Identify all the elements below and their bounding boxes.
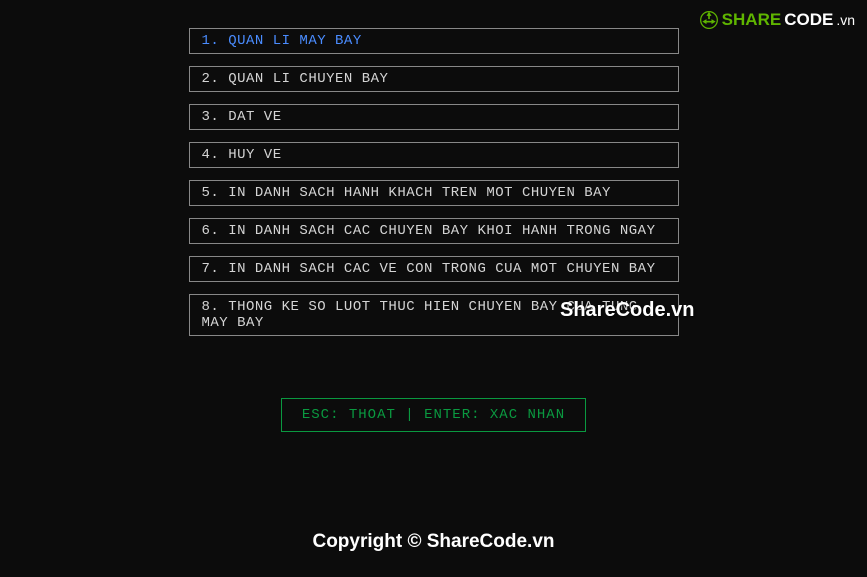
footer-instructions: ESC: THOAT | ENTER: XAC NHAN [281, 398, 586, 432]
logo-text-code: CODE [784, 10, 833, 30]
menu-item-5[interactable]: 5. IN DANH SACH HANH KHACH TREN MOT CHUY… [189, 180, 679, 206]
logo-text-share: SHARE [722, 10, 782, 30]
logo-watermark-top: SHARECODE.vn [699, 10, 855, 30]
main-menu: 1. QUAN LI MAY BAY 2. QUAN LI CHUYEN BAY… [0, 0, 867, 432]
logo-text-vn: .vn [836, 12, 855, 28]
watermark-center: ShareCode.vn [560, 299, 694, 322]
menu-item-4[interactable]: 4. HUY VE [189, 142, 679, 168]
menu-item-2[interactable]: 2. QUAN LI CHUYEN BAY [189, 66, 679, 92]
menu-item-3[interactable]: 3. DAT VE [189, 104, 679, 130]
recycle-icon [699, 10, 719, 30]
menu-item-1[interactable]: 1. QUAN LI MAY BAY [189, 28, 679, 54]
copyright-text: Copyright © ShareCode.vn [0, 531, 867, 553]
menu-item-6[interactable]: 6. IN DANH SACH CAC CHUYEN BAY KHOI HANH… [189, 218, 679, 244]
menu-item-7[interactable]: 7. IN DANH SACH CAC VE CON TRONG CUA MOT… [189, 256, 679, 282]
